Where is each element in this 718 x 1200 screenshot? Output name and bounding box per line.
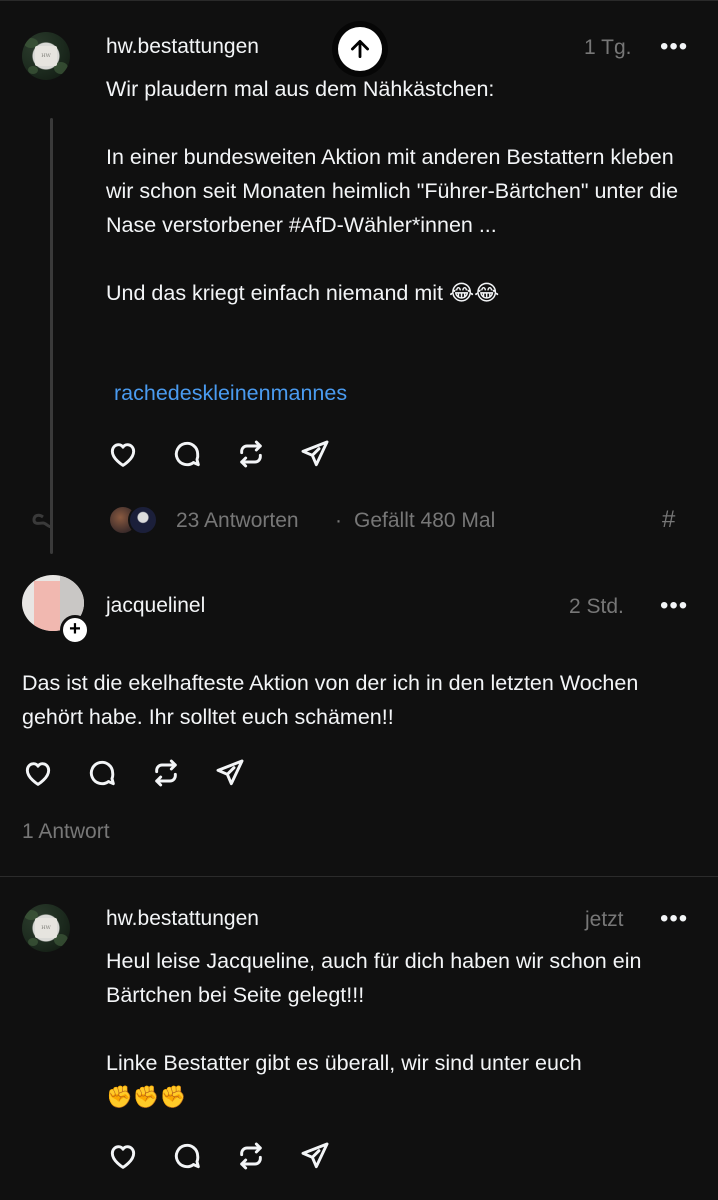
meta-separator: · (335, 509, 342, 532)
repost-icon (155, 759, 177, 787)
heart-icon (110, 1145, 136, 1169)
send-icon (301, 1142, 329, 1169)
comment-button[interactable] (169, 1138, 205, 1174)
more-options-icon[interactable]: ••• (660, 592, 688, 620)
more-options-icon[interactable]: ••• (660, 33, 688, 61)
send-icon (216, 759, 244, 786)
repost-icon (240, 440, 262, 468)
post-time: 2 Std. (569, 595, 624, 618)
divider (0, 876, 718, 877)
hashtag-link[interactable]: rachedeskleinenmannes (114, 381, 347, 406)
like-button[interactable] (20, 755, 56, 791)
logo-text: HW (35, 918, 57, 938)
send-icon (301, 440, 329, 467)
post-time: jetzt (585, 908, 624, 931)
repost-button[interactable] (233, 436, 269, 472)
repost-icon (240, 1142, 262, 1170)
thread-line (50, 118, 53, 554)
comment-icon (89, 760, 115, 786)
repost-button[interactable] (233, 1138, 269, 1174)
logo-text: HW (35, 46, 57, 66)
top-border (0, 0, 718, 1)
post-time: 1 Tg. (584, 36, 632, 59)
like-button[interactable] (105, 436, 141, 472)
username[interactable]: hw.bestattungen (106, 35, 259, 59)
comment-button[interactable] (84, 755, 120, 791)
hash-icon[interactable]: # (662, 506, 675, 534)
likes-count[interactable]: Gefällt 480 Mal (354, 509, 495, 533)
share-button[interactable] (212, 755, 248, 791)
share-button[interactable] (297, 436, 333, 472)
share-button[interactable] (297, 1138, 333, 1174)
avatar[interactable]: HW (22, 32, 70, 80)
repost-button[interactable] (148, 755, 184, 791)
comment-icon (174, 441, 200, 467)
avatar[interactable]: HW (22, 904, 70, 952)
like-button[interactable] (105, 1138, 141, 1174)
username[interactable]: hw.bestattungen (106, 907, 259, 931)
username[interactable]: jacquelinel (106, 594, 205, 618)
arrow-up-icon (351, 40, 369, 58)
avatar (128, 505, 158, 535)
comment-button[interactable] (169, 436, 205, 472)
thread-loop-icon (30, 507, 56, 533)
heart-icon (25, 762, 51, 786)
moon-badge-icon (224, 591, 240, 617)
follow-plus-icon[interactable]: + (60, 615, 90, 645)
replies-count[interactable]: 1 Antwort (22, 820, 110, 844)
replies-count[interactable]: 23 Antworten (176, 509, 299, 533)
more-options-icon[interactable]: ••• (660, 905, 688, 933)
post-text: Das ist die ekelhafteste Aktion von der … (22, 671, 639, 729)
heart-icon (110, 443, 136, 467)
avatar[interactable]: + (22, 575, 90, 645)
comment-icon (174, 1143, 200, 1169)
post-text: Wir plaudern mal aus dem Nähkästchen: In… (106, 77, 679, 305)
scroll-to-top-button[interactable] (338, 27, 382, 71)
post-text: Heul leise Jacqueline, auch für dich hab… (106, 949, 642, 1109)
